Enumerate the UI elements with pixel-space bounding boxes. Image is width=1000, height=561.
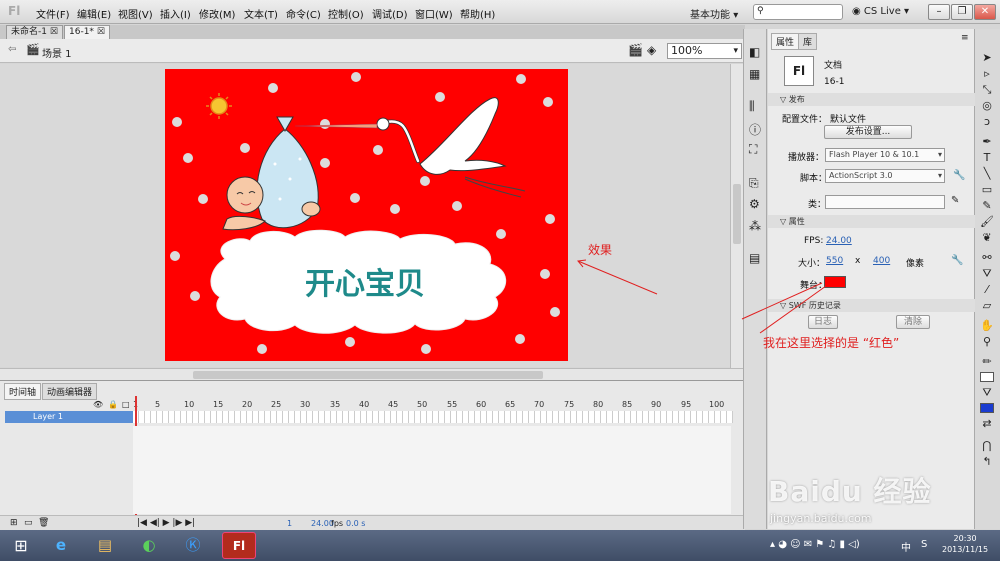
360-browser-icon[interactable]: ◐: [132, 532, 166, 559]
taskbar-clock[interactable]: 20:30 2013/11/15: [942, 533, 988, 555]
ime-icon[interactable]: S: [921, 539, 927, 550]
k-app-icon[interactable]: Ⓚ: [176, 532, 210, 559]
file-explorer-icon[interactable]: ▤: [88, 532, 122, 559]
clock-time: 20:30: [953, 534, 977, 543]
annotation-effect: 效果: [588, 243, 613, 257]
annotation-note: 我在这里选择的是 “红色”: [763, 336, 900, 350]
input-language[interactable]: 中: [901, 539, 911, 554]
ie-browser-icon[interactable]: e: [44, 532, 78, 559]
start-windows-icon[interactable]: ⊞: [4, 532, 38, 559]
tray-icons[interactable]: ▴ ◕ ☺ ✉ ⚑ ♫ ▮ ◁): [770, 539, 860, 550]
baidu-watermark-url: jingyan.baidu.com: [770, 512, 872, 525]
flash-taskbar-icon[interactable]: Fl: [222, 532, 256, 559]
windows-taskbar: ⊞ e ▤ ◐ Ⓚ Fl ▴ ◕ ☺ ✉ ⚑ ♫ ▮ ◁) 中 S: [0, 530, 1000, 561]
clock-date: 2013/11/15: [942, 545, 989, 554]
baidu-watermark: Baidu 经验: [768, 475, 932, 508]
